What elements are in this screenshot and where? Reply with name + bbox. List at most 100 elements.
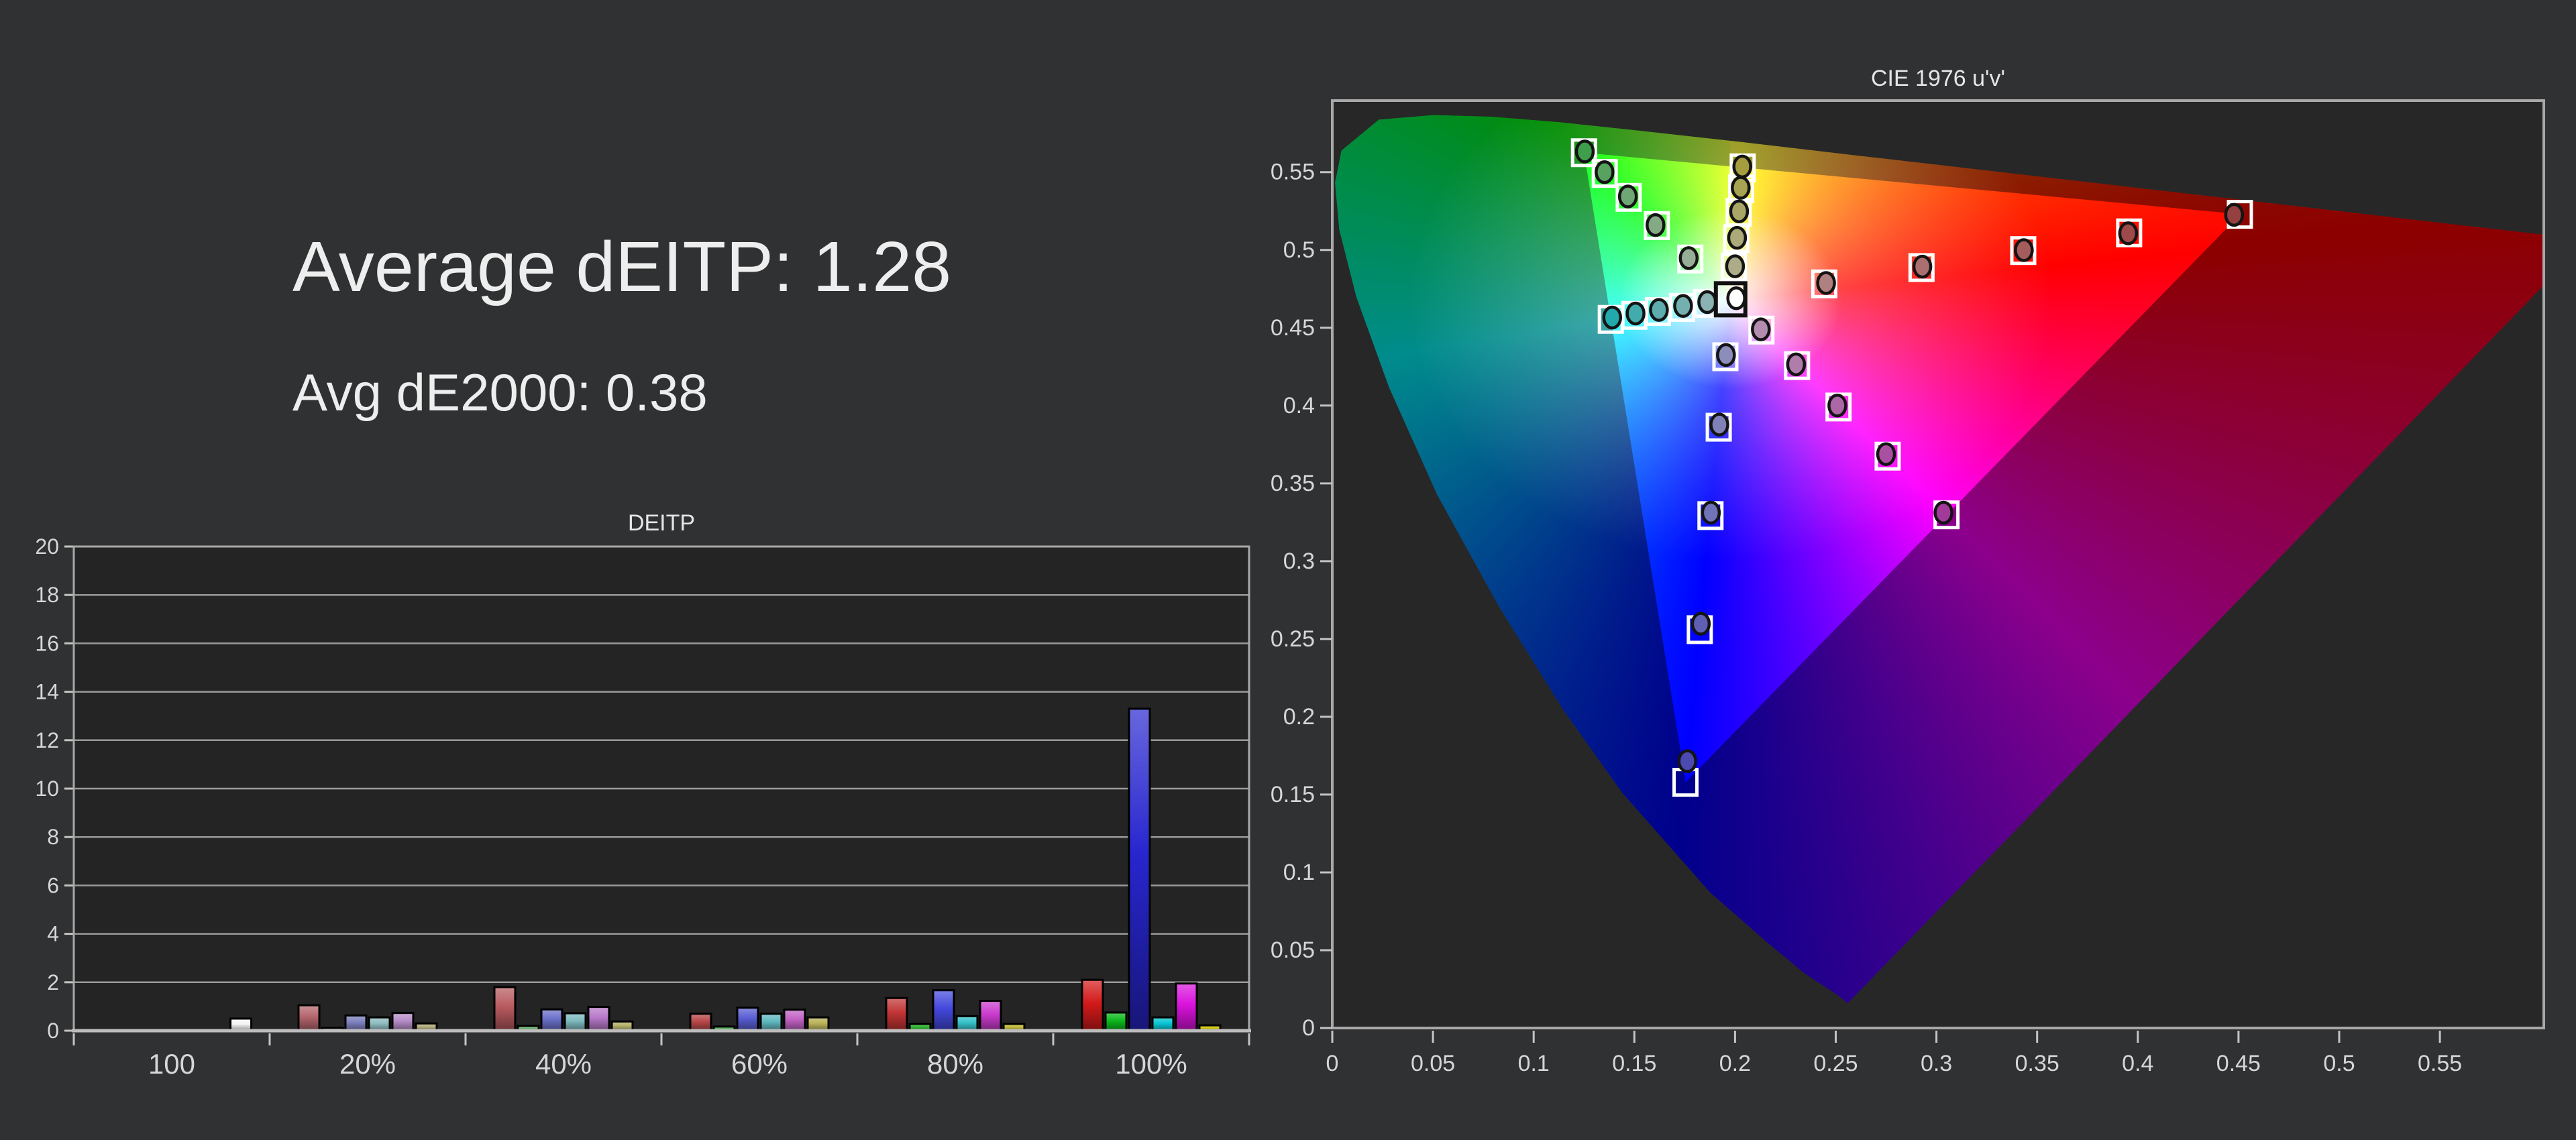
x-category-label: 100% xyxy=(1115,1048,1187,1080)
y-tick-label: 20 xyxy=(35,534,59,559)
cie-measured-green-60% xyxy=(1619,186,1636,207)
cie-y-tick-label: 0.1 xyxy=(1283,860,1315,885)
x-category-label: 80% xyxy=(927,1048,983,1080)
cie-x-tick-label: 0.5 xyxy=(2323,1051,2355,1076)
bar-60%-red xyxy=(690,1014,711,1031)
bar-60%-yellow xyxy=(808,1017,828,1031)
cie-x-tick-label: 0.25 xyxy=(1813,1051,1858,1076)
y-tick-label: 10 xyxy=(35,777,59,801)
average-de2000-readout: Avg dE2000: 0.38 xyxy=(292,362,708,423)
cie-measured-red-100% xyxy=(2226,205,2243,225)
cie-x-tick-label: 0.55 xyxy=(2418,1051,2462,1076)
cie-y-tick-label: 0.05 xyxy=(1271,937,1315,963)
bar-60%-blue xyxy=(737,1008,758,1031)
cie-y-tick-label: 0.4 xyxy=(1283,393,1315,418)
bar-60%-cyan xyxy=(761,1014,782,1031)
cie-x-tick-label: 0.2 xyxy=(1719,1051,1751,1076)
cie-y-tick-label: 0.35 xyxy=(1271,471,1315,496)
y-tick-label: 6 xyxy=(47,873,59,897)
cie-measured-blue-40% xyxy=(1711,414,1727,435)
average-deitp-readout: Average dEITP: 1.28 xyxy=(292,227,951,308)
y-tick-label: 14 xyxy=(35,680,59,704)
y-tick-label: 0 xyxy=(47,1019,59,1043)
x-category-label: 60% xyxy=(731,1048,788,1080)
cie-x-tick-label: 0 xyxy=(1326,1051,1339,1076)
calibration-report: Average dEITP: 1.28 Avg dE2000: 0.38 0 2 4… xyxy=(0,0,2576,1140)
bar-100%-red xyxy=(1082,980,1103,1031)
cie-y-tick-label: 0.15 xyxy=(1271,782,1315,807)
bar-100%-magenta xyxy=(1176,984,1197,1031)
cie-measured-yellow-60% xyxy=(1731,201,1748,222)
bar-60%-magenta xyxy=(784,1010,805,1031)
cie-measured-red-20% xyxy=(1818,272,1835,293)
y-tick-label: 18 xyxy=(35,583,59,607)
cie-measured-yellow-100% xyxy=(1734,156,1751,177)
cie-1976-canvas: 0 0.05 0.1 0.15 0.2 0.25 0.3 0.35 0.4 0.45 0.5 0.55… xyxy=(1228,27,2576,1113)
cie-y-tick-label: 0 xyxy=(1302,1015,1315,1041)
bar-100%-cyan xyxy=(1152,1017,1173,1031)
cie-y-tick-label: 0.2 xyxy=(1283,704,1315,730)
y-tick-label: 4 xyxy=(47,922,59,946)
cie-x-tick-label: 0.05 xyxy=(1411,1051,1455,1076)
bar-80%-blue xyxy=(933,990,954,1031)
cie-measured-yellow-80% xyxy=(1732,177,1749,198)
cie-x-tick-label: 0.1 xyxy=(1518,1051,1550,1076)
cie-measured-green-80% xyxy=(1596,162,1613,182)
cie-x-tick-label: 0.35 xyxy=(2015,1051,2059,1076)
cie-x-tick-label: 0.45 xyxy=(2216,1051,2261,1076)
bar-100%-blue xyxy=(1129,709,1150,1031)
cie-measured-blue-80% xyxy=(1693,614,1709,634)
cie-x-tick-label: 0.3 xyxy=(1921,1051,1952,1076)
cie-measured-red-80% xyxy=(2120,223,2137,243)
x-category-label: 40% xyxy=(535,1048,592,1080)
cie-target-blue-100% xyxy=(1674,770,1697,795)
cie-measured-magenta-100% xyxy=(1935,502,1952,523)
y-tick-label: 12 xyxy=(35,728,59,752)
deitp-bar-chart-canvas: 0 2 4 6 8 10 12 14 16 18 20 100 20% 40% 60% 80% 100% DEIT… xyxy=(20,496,1295,1086)
y-tick-label: 16 xyxy=(35,631,59,655)
deitp-chart-title: DEITP xyxy=(628,510,695,536)
x-category-label: 20% xyxy=(339,1048,396,1080)
bar-40%-blue xyxy=(541,1009,562,1031)
bar-100-white xyxy=(231,1019,252,1031)
cie-measured-red-40% xyxy=(1914,256,1931,277)
cie-measured-blue-20% xyxy=(1717,345,1734,365)
cie-y-tick-label: 0.55 xyxy=(1271,160,1315,185)
y-tick-label: 8 xyxy=(47,825,59,849)
cie-measured-blue-60% xyxy=(1703,502,1719,523)
cie-y-tick-label: 0.25 xyxy=(1271,626,1315,652)
cie-x-tick-label: 0.4 xyxy=(2122,1051,2153,1076)
bar-20%-red xyxy=(299,1005,319,1031)
cie-y-tick-label: 0.45 xyxy=(1271,315,1315,341)
bar-80%-cyan xyxy=(957,1016,977,1031)
cie-measured-cyan-80% xyxy=(1627,303,1644,324)
cie-measured-green-100% xyxy=(1576,141,1593,162)
cie-measured-yellow-40% xyxy=(1729,227,1746,248)
cie-measured-magenta-40% xyxy=(1788,354,1805,375)
bar-100%-green xyxy=(1106,1013,1126,1031)
cie-measured-green-40% xyxy=(1647,215,1664,235)
bar-80%-magenta xyxy=(980,1001,1001,1031)
bar-20%-blue xyxy=(345,1015,366,1031)
cie-measured-cyan-20% xyxy=(1699,292,1715,312)
bar-20%-magenta xyxy=(392,1013,413,1031)
cie-measured-green-20% xyxy=(1680,247,1697,268)
cie-measured-white-point xyxy=(1728,288,1745,308)
cie-measured-yellow-20% xyxy=(1727,256,1743,277)
cie-measured-red-60% xyxy=(2015,239,2032,260)
cie-measured-magenta-20% xyxy=(1752,319,1769,340)
cie-measured-magenta-80% xyxy=(1878,444,1894,465)
bar-40%-magenta xyxy=(588,1007,609,1031)
bar-20%-cyan xyxy=(369,1017,390,1031)
cie-chart-title: CIE 1976 u'v' xyxy=(1871,66,2005,91)
cie-measured-cyan-60% xyxy=(1650,300,1667,321)
bar-80%-red xyxy=(886,998,907,1031)
cie-x-tick-label: 0.15 xyxy=(1612,1051,1656,1076)
y-tick-label: 2 xyxy=(47,970,59,994)
cie-measured-magenta-60% xyxy=(1829,395,1845,416)
bar-40%-red xyxy=(494,987,515,1031)
cie-y-tick-label: 0.5 xyxy=(1283,237,1315,263)
cie-plot-border xyxy=(1332,101,2544,1028)
x-category-label: 100 xyxy=(148,1048,195,1080)
bar-40%-cyan xyxy=(565,1013,586,1031)
